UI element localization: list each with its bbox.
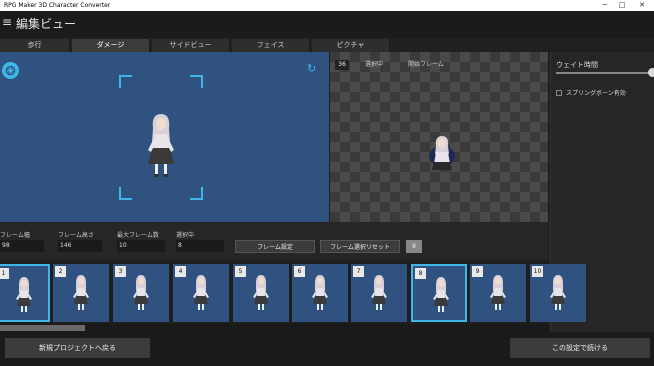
frame-number: 2 xyxy=(55,266,66,277)
preview-viewport[interactable]: ↻ xyxy=(0,52,329,222)
pause-button[interactable]: II xyxy=(406,240,422,253)
title-bar: RPG Maker 3D Character Converter ─ □ ✕ xyxy=(0,0,654,11)
frame-corner-top-left xyxy=(119,75,132,88)
frame-character-sprite xyxy=(433,277,449,312)
frame-character-sprite xyxy=(490,275,506,310)
frame-controls: フレーム幅 98 フレーム高さ 146 最大フレーム数 10 選択中 8 フレー… xyxy=(0,222,550,260)
frame-character-sprite xyxy=(371,275,387,310)
frame-number: 5 xyxy=(235,266,246,277)
minimize-button[interactable]: ─ xyxy=(598,0,612,11)
reference-character-model xyxy=(429,136,455,170)
frame-number: 3 xyxy=(115,266,126,277)
page-title: 編集ビュー xyxy=(16,17,77,31)
frame-number: 1 xyxy=(0,268,9,279)
camera-shutter-glyph xyxy=(5,65,16,76)
tab-sideview[interactable]: サイドビュー xyxy=(152,39,230,52)
frame-thumbnail[interactable]: 4 xyxy=(173,264,229,322)
wait-time-slider-knob[interactable] xyxy=(648,68,654,77)
back-to-new-project-button[interactable]: 新規プロジェクトへ戻る xyxy=(5,338,150,358)
window-title: RPG Maker 3D Character Converter xyxy=(4,2,111,9)
selected-frame-input[interactable]: 8 xyxy=(176,240,224,252)
frame-thumbnail[interactable]: 1 xyxy=(0,264,50,322)
frame-height-label: フレーム高さ xyxy=(58,232,94,239)
tab-walk[interactable]: 歩行 xyxy=(0,39,70,52)
frame-number: 9 xyxy=(472,266,483,277)
frame-thumbnail[interactable]: 2 xyxy=(53,264,109,322)
spring-bone-label: スプリングボーン有効 xyxy=(566,90,626,97)
frame-thumbnail[interactable]: 10 xyxy=(530,264,586,322)
close-button[interactable]: ✕ xyxy=(635,0,649,11)
start-frame-label: 開始フレーム xyxy=(408,61,444,68)
frame-width-input[interactable]: 98 xyxy=(0,240,44,252)
frame-corner-top-right xyxy=(190,75,203,88)
wait-time-label: ウェイト時間 xyxy=(556,61,598,69)
frame-number: 6 xyxy=(294,266,305,277)
frame-number: 7 xyxy=(353,266,364,277)
continue-button[interactable]: この設定で続ける xyxy=(510,338,650,358)
maximize-button[interactable]: □ xyxy=(615,0,629,11)
frame-corner-bottom-right xyxy=(190,187,203,200)
menu-icon[interactable]: ≡ xyxy=(2,15,12,29)
tab-picture[interactable]: ピクチャ xyxy=(312,39,390,52)
frame-thumbnail[interactable]: 9 xyxy=(470,264,526,322)
frame-strip-scrollbar[interactable] xyxy=(0,324,550,332)
app-window: RPG Maker 3D Character Converter ─ □ ✕ ≡… xyxy=(0,0,654,366)
frame-number: 4 xyxy=(175,266,186,277)
reference-preview: 36 選択中 開始フレーム xyxy=(330,52,548,222)
tab-face[interactable]: フェイス xyxy=(232,39,310,52)
frame-strip: 1 2 3 4 5 6 7 8 9 10 xyxy=(0,262,586,324)
frame-thumbnail[interactable]: 3 xyxy=(113,264,169,322)
max-frames-label: 最大フレーム数 xyxy=(117,232,159,239)
frame-width-label: フレーム幅 xyxy=(0,232,30,239)
refresh-icon[interactable]: ↻ xyxy=(307,62,316,75)
frame-thumbnail[interactable]: 6 xyxy=(292,264,348,322)
character-model xyxy=(148,114,174,177)
frame-number: 10 xyxy=(532,266,543,277)
frame-character-sprite xyxy=(16,277,32,312)
wait-time-slider-track[interactable] xyxy=(556,72,654,74)
spring-bone-checkbox[interactable] xyxy=(556,90,562,96)
frame-height-input[interactable]: 146 xyxy=(58,240,102,252)
selected-label: 選択中 xyxy=(365,61,384,68)
frame-character-sprite xyxy=(312,275,328,310)
frame-number-badge: 36 xyxy=(335,60,349,70)
frame-thumbnail[interactable]: 8 xyxy=(411,264,467,322)
selected-frame-label: 選択中 xyxy=(176,232,195,239)
frame-character-sprite xyxy=(133,275,149,310)
frame-number: 8 xyxy=(415,268,426,279)
frame-character-sprite xyxy=(73,275,89,310)
app-header: ≡ 編集ビュー xyxy=(0,11,654,38)
footer-bar: 新規プロジェクトへ戻る この設定で続ける xyxy=(0,332,654,366)
tab-damage[interactable]: ダメージ xyxy=(72,39,150,52)
frame-character-sprite xyxy=(193,275,209,310)
camera-shutter-icon[interactable] xyxy=(2,62,19,79)
frame-corner-bottom-left xyxy=(119,187,132,200)
max-frames-input[interactable]: 10 xyxy=(117,240,165,252)
tab-bar: 歩行 ダメージ サイドビュー フェイス ピクチャ xyxy=(0,39,550,52)
frame-thumbnail[interactable]: 7 xyxy=(351,264,407,322)
scrollbar-thumb[interactable] xyxy=(0,325,85,331)
frame-character-sprite xyxy=(550,275,566,310)
frame-character-sprite xyxy=(253,275,269,310)
frame-settings-button[interactable]: フレーム設定 xyxy=(235,240,315,253)
frame-thumbnail[interactable]: 5 xyxy=(233,264,289,322)
reset-selection-button[interactable]: フレーム選択リセット xyxy=(320,240,400,253)
